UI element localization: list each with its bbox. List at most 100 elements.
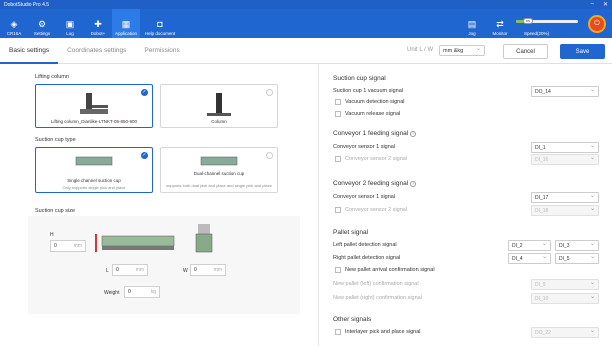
suction-signal-title: Suction cup signal bbox=[333, 75, 386, 82]
left-pallet-select-1[interactable]: DI_2 bbox=[508, 240, 551, 251]
w-input[interactable]: 0 mm bbox=[190, 264, 226, 276]
unit-select[interactable]: mm &kg bbox=[439, 45, 485, 56]
c2-sensor1-select[interactable]: DI_17 bbox=[531, 192, 599, 203]
c1-sensor2-checkbox[interactable] bbox=[335, 156, 341, 162]
new-pallet-right-label: New pallet (right) confirmation signal bbox=[333, 295, 422, 301]
new-pallet-label: New pallet arrival confirmation signal bbox=[345, 267, 435, 273]
minimize-button[interactable]: – bbox=[591, 1, 594, 8]
tab-coordinates-settings[interactable]: Coordinates settings bbox=[58, 38, 135, 64]
c1-sensor1-select[interactable]: DI_1 bbox=[531, 142, 599, 153]
help-icon[interactable]: ? bbox=[410, 181, 417, 187]
lifting-option-label: Lifting column_Dianlike-LTNKT-05-850-900 bbox=[51, 119, 137, 124]
unit-label: Unit L / W bbox=[407, 47, 434, 53]
tab-basic-settings[interactable]: Basic settings bbox=[0, 38, 59, 64]
dual-suction-image bbox=[200, 156, 238, 166]
toolbar-settings[interactable]: ⚙ Settings bbox=[28, 9, 56, 38]
main-toolbar: ◈ CR16A ⚙ Settings ▣ Log ✚ Dobot+ ▦ Applicati… bbox=[0, 9, 612, 38]
monitor-icon: ⇄ bbox=[496, 19, 504, 29]
conveyor2-title: Conveyor 2 feeding signal? bbox=[333, 180, 417, 187]
window-title: DobotStudio Pro 4.5 bbox=[4, 1, 50, 8]
conveyor1-title: Conveyor 1 feeding signal? bbox=[333, 130, 417, 137]
left-pallet-label: Left pallet detection signal bbox=[333, 242, 397, 248]
puzzle-icon: ✚ bbox=[94, 19, 102, 29]
left-pallet-select-2[interactable]: DI_3 bbox=[555, 240, 599, 251]
log-icon: ▣ bbox=[65, 19, 75, 29]
suction-option-dual[interactable]: Dual-channel suction cup supports both d… bbox=[160, 147, 278, 193]
lifting-column-title: Lifting column bbox=[35, 74, 69, 80]
toolbar-help[interactable]: ◘ Help document bbox=[140, 9, 180, 38]
help-icon[interactable]: ? bbox=[410, 131, 417, 137]
c2-sensor2-label: Conveyor sensor 2 signal bbox=[345, 207, 408, 213]
close-button[interactable]: ✕ bbox=[603, 1, 608, 8]
lifting-column-image bbox=[80, 93, 108, 114]
weight-label: Weight bbox=[104, 290, 120, 296]
speed-toggle[interactable]: ON bbox=[523, 18, 533, 24]
title-bar: DobotStudio Pro 4.5 – ✕ bbox=[0, 0, 612, 9]
c1-sensor2-label: Conveyor sensor 2 signal bbox=[345, 156, 408, 162]
c2-sensor2-select[interactable]: DI_18 bbox=[531, 205, 599, 216]
toolbar-robot[interactable]: ◈ CR16A bbox=[0, 9, 28, 38]
c1-sensor1-label: Conveyor sensor 1 signal bbox=[333, 144, 396, 150]
right-pallet-select-2[interactable]: DI_5 bbox=[555, 253, 599, 264]
tab-permissions[interactable]: Permissions bbox=[135, 38, 188, 64]
unselected-radio-icon bbox=[266, 152, 273, 159]
suction-vacuum-label: Suction cup 1 vacuum signal bbox=[333, 88, 404, 94]
suction-vacuum-select[interactable]: DO_14 bbox=[531, 86, 599, 97]
interlayer-select[interactable]: DO_22 bbox=[531, 327, 599, 338]
lifting-option-column[interactable]: Column bbox=[160, 84, 278, 128]
toolbar-monitor[interactable]: ⇄ Monitor bbox=[486, 9, 514, 38]
dual-suction-label: Dual-channel suction cup bbox=[193, 171, 245, 176]
suction-size-panel: H 0 mm L 0 mm W 0 mm Weight 0 kg bbox=[28, 216, 300, 314]
dual-suction-desc: supports both dual pick and place and si… bbox=[166, 183, 272, 188]
vacuum-detection-checkbox[interactable] bbox=[335, 99, 341, 105]
right-pallet-select-1[interactable]: DI_4 bbox=[508, 253, 551, 264]
c2-sensor2-checkbox[interactable] bbox=[335, 207, 341, 213]
vacuum-detection-label: Vacuum detection signal bbox=[345, 99, 405, 105]
cancel-button[interactable]: Cancel bbox=[503, 44, 548, 59]
right-pallet-label: Right pallet detection signal bbox=[333, 255, 401, 261]
l-input[interactable]: 0 mm bbox=[112, 264, 148, 276]
toolbar-log[interactable]: ▣ Log bbox=[56, 9, 84, 38]
column-image bbox=[207, 93, 231, 116]
h-label: H bbox=[50, 232, 54, 238]
jog-icon: ▤ bbox=[467, 19, 477, 29]
suction-side-image bbox=[95, 234, 175, 252]
toolbar-dobotplus[interactable]: ✚ Dobot+ bbox=[84, 9, 112, 38]
single-suction-desc: Only supports single pick and place bbox=[62, 185, 126, 190]
speed-slider[interactable]: ON bbox=[516, 18, 578, 24]
l-label: L bbox=[106, 268, 109, 274]
interlayer-label: Interlayer pick and place signal bbox=[345, 329, 421, 335]
suction-option-single[interactable]: ✓ Single channel suction cup Only suppor… bbox=[35, 147, 153, 193]
robot-icon: ◈ bbox=[10, 19, 18, 29]
selected-check-icon: ✓ bbox=[141, 89, 148, 96]
save-button[interactable]: Save bbox=[560, 44, 605, 59]
weight-input[interactable]: 0 kg bbox=[124, 286, 160, 298]
selected-check-icon: ✓ bbox=[141, 152, 148, 159]
vacuum-release-checkbox[interactable] bbox=[335, 111, 341, 117]
interlayer-checkbox[interactable] bbox=[335, 329, 341, 335]
emergency-stop-button[interactable]: ⏻ bbox=[588, 15, 606, 33]
suction-front-image bbox=[195, 224, 213, 253]
suction-size-title: Suction cup size bbox=[35, 208, 76, 214]
toolbar-application[interactable]: ▦ Application bbox=[112, 9, 140, 38]
unselected-radio-icon bbox=[266, 89, 273, 96]
toolbar-jog[interactable]: ▤ Jog bbox=[458, 9, 486, 38]
speed-control[interactable]: ON Speed(20%) bbox=[514, 9, 584, 38]
pallet-title: Pallet signal bbox=[333, 229, 369, 236]
c1-sensor2-select[interactable]: DI_16 bbox=[531, 154, 599, 165]
new-pallet-checkbox[interactable] bbox=[335, 267, 341, 273]
c2-sensor1-label: Conveyor sensor 1 signal bbox=[333, 194, 396, 200]
w-label: W bbox=[183, 268, 188, 274]
new-pallet-right-select[interactable]: DI_10 bbox=[531, 293, 599, 304]
single-suction-label: Single channel suction cup bbox=[67, 178, 121, 183]
document-icon: ◘ bbox=[157, 19, 163, 29]
vacuum-release-label: Vacuum release signal bbox=[345, 111, 401, 117]
new-pallet-left-label: New pallet (left) confirmation signal bbox=[333, 281, 419, 287]
single-suction-image bbox=[75, 156, 113, 166]
gear-icon: ⚙ bbox=[37, 19, 47, 29]
speed-label: Speed(20%) bbox=[524, 31, 550, 36]
other-signals-title: Other signals bbox=[333, 316, 372, 323]
h-input[interactable]: 0 mm bbox=[50, 240, 86, 252]
new-pallet-left-select[interactable]: DI_9 bbox=[531, 279, 599, 290]
lifting-option-dianlike[interactable]: ✓ Lifting column_Dianlike-LTNKT-05-850-9… bbox=[35, 84, 153, 128]
